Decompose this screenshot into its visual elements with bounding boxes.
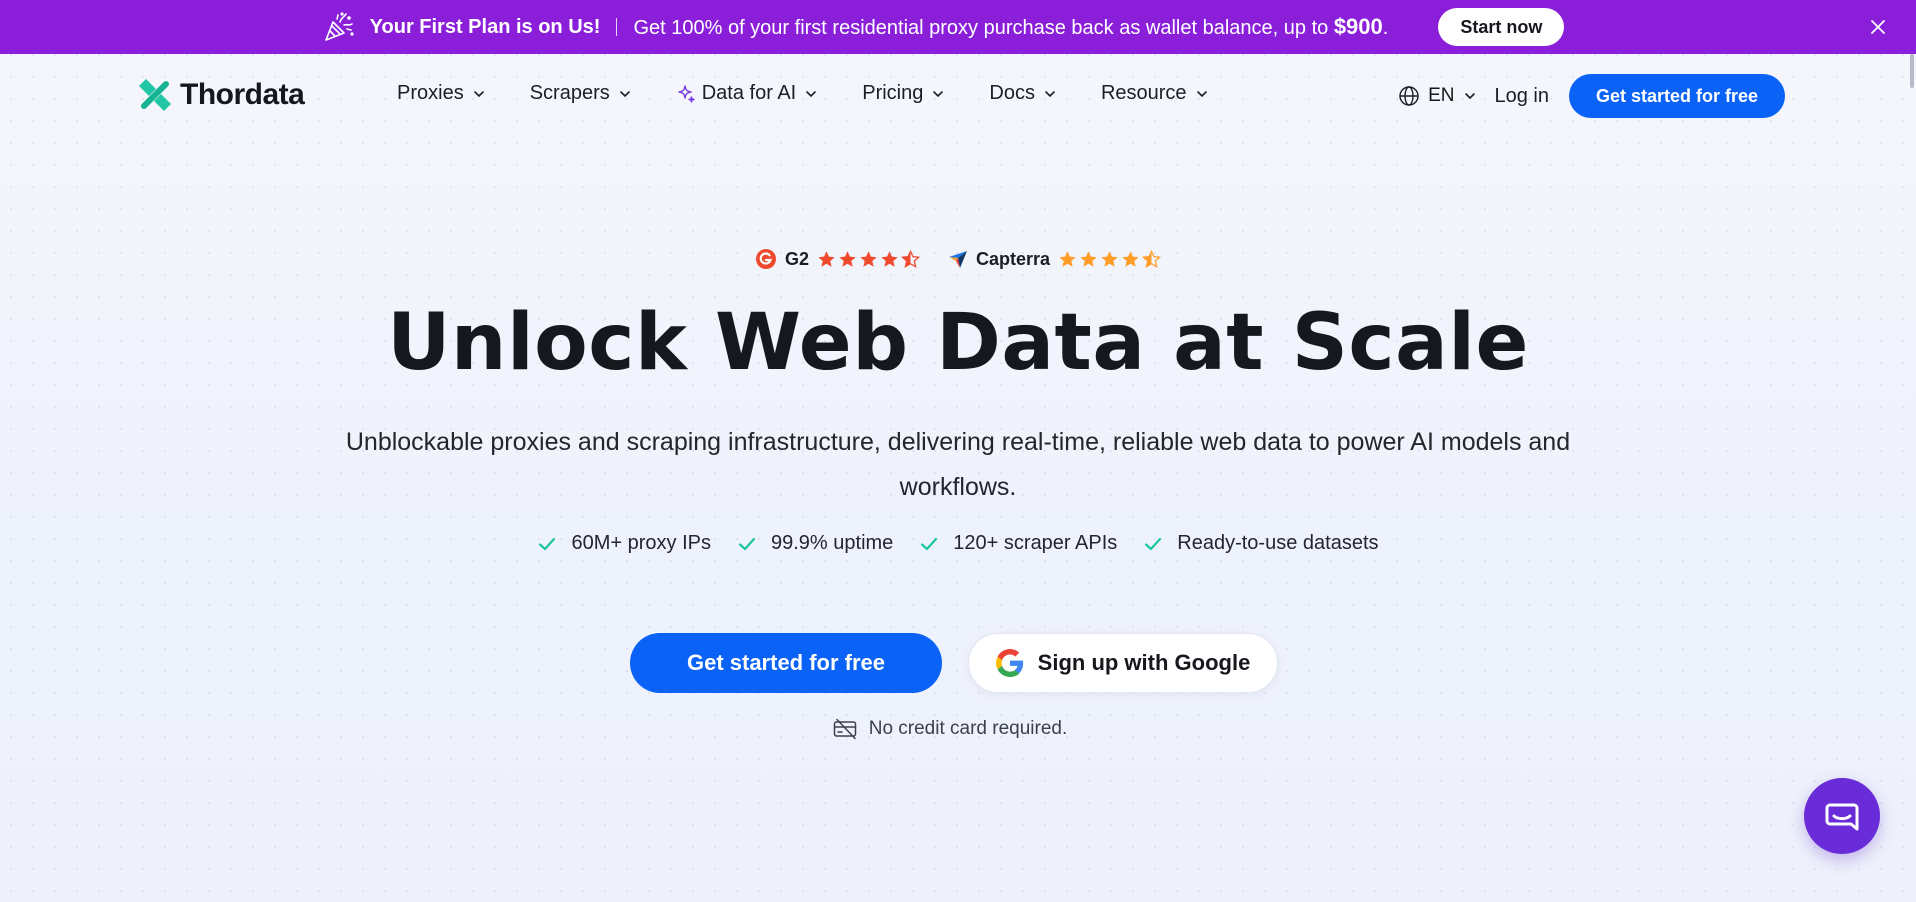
google-signup-label: Sign up with Google	[1037, 650, 1251, 675]
note-text: No credit card required.	[868, 718, 1068, 739]
hero-subtitle: Unblockable proxies and scraping infrast…	[345, 428, 1571, 501]
chevron-down-icon	[1045, 90, 1055, 97]
chevron-down-icon	[1464, 93, 1475, 100]
feature-label: 99.9% uptime	[771, 532, 894, 554]
nav-item-label: Docs	[989, 82, 1035, 104]
nav-item-label: Data for AI	[701, 82, 797, 104]
promo-offer-end: .	[1382, 17, 1389, 39]
nav-item-data-for-ai[interactable]: Data for AI	[676, 82, 819, 105]
brand-logo[interactable]: Thordata	[136, 76, 305, 114]
check-icon	[738, 537, 756, 550]
chat-bubble-icon	[1825, 803, 1859, 831]
check-icon	[539, 537, 556, 550]
chevron-down-icon	[619, 90, 630, 97]
feature-label: 60M+ proxy IPs	[571, 532, 711, 554]
start-now-button[interactable]: Start now	[1438, 8, 1565, 46]
main-nav: Thordata Proxies Scrapers Data for AI Pr…	[0, 54, 1916, 138]
promo-offer-amount: $900	[1333, 14, 1383, 39]
star-icon	[839, 250, 856, 267]
capterra-rating[interactable]: Capterra	[948, 248, 1162, 270]
promo-divider	[616, 18, 618, 36]
g2-rating[interactable]: G2	[755, 248, 920, 270]
chevron-down-icon	[933, 90, 944, 97]
feature-item: Ready-to-use datasets	[1143, 532, 1379, 555]
no-credit-card-note: No credit card required.	[0, 718, 1908, 740]
feature-list: 60M+ proxy IPs 99.9% uptime 120+ scraper…	[0, 532, 1916, 555]
nav-menu: Proxies Scrapers Data for AI Pricing Doc…	[397, 82, 1209, 105]
close-icon[interactable]	[1864, 13, 1892, 41]
g2-stars	[817, 249, 920, 269]
half-star-icon	[1142, 249, 1162, 268]
promo-offer: Get 100% of your first residential proxy…	[633, 14, 1388, 40]
check-icon	[921, 537, 938, 550]
feature-item: 99.9% uptime	[737, 532, 893, 555]
promo-headline: Your First Plan is on Us!	[369, 15, 601, 38]
star-icon	[1080, 250, 1097, 267]
google-logo-icon	[995, 649, 1023, 677]
hero-title: Unlock Web Data at Scale	[387, 298, 1529, 388]
g2-logo-icon	[755, 249, 776, 269]
promo-offer-text: Get 100% of your first residential proxy…	[633, 17, 1334, 39]
hero-cta-group: Get started for free Sign up with Google	[0, 633, 1916, 693]
nav-item-label: Pricing	[862, 82, 924, 104]
page-scrollbar[interactable]	[1910, 54, 1914, 88]
login-link[interactable]: Log in	[1495, 85, 1550, 108]
chevron-down-icon	[806, 90, 817, 97]
nav-item-label: Proxies	[397, 82, 464, 104]
nav-get-started-button[interactable]: Get started for free	[1569, 74, 1785, 118]
capterra-label: Capterra	[975, 248, 1051, 269]
nav-item-docs[interactable]: Docs	[989, 82, 1057, 105]
brand-name: Thordata	[180, 78, 305, 111]
no-credit-card-icon	[833, 718, 856, 740]
capterra-logo-icon	[948, 251, 967, 268]
chevron-down-icon	[473, 90, 484, 97]
nav-item-proxies[interactable]: Proxies	[397, 82, 486, 105]
feature-label: Ready-to-use datasets	[1177, 532, 1379, 554]
nav-item-label: Resource	[1100, 82, 1187, 104]
nav-item-resource[interactable]: Resource	[1101, 82, 1209, 105]
promo-banner: Your First Plan is on Us! Get 100% of yo…	[0, 0, 1916, 54]
google-signup-button[interactable]: Sign up with Google	[968, 633, 1278, 693]
sparkle-icon	[677, 84, 695, 103]
globe-icon	[1399, 86, 1419, 106]
feature-label: 120+ scraper APIs	[953, 532, 1118, 554]
chat-widget-button[interactable]	[1804, 778, 1880, 854]
check-icon	[1145, 537, 1162, 550]
nav-item-scrapers[interactable]: Scrapers	[530, 82, 632, 105]
g2-label: G2	[784, 248, 809, 269]
star-icon	[881, 250, 898, 267]
capterra-stars	[1058, 249, 1162, 269]
nav-item-label: Scrapers	[529, 82, 610, 104]
feature-item: 120+ scraper APIs	[919, 532, 1117, 555]
star-icon	[1059, 250, 1076, 267]
star-icon	[818, 250, 835, 267]
nav-item-pricing[interactable]: Pricing	[862, 82, 945, 105]
thordata-logo-icon	[136, 76, 174, 114]
ratings-row: G2 Capterra	[0, 248, 1916, 270]
language-label: EN	[1428, 85, 1455, 106]
chevron-down-icon	[1196, 90, 1207, 97]
get-started-button[interactable]: Get started for free	[630, 633, 942, 693]
half-star-icon	[900, 249, 920, 268]
star-icon	[1122, 250, 1139, 267]
star-icon	[860, 250, 877, 267]
party-popper-icon	[322, 10, 356, 44]
nav-actions: EN Log in Get started for free	[1398, 74, 1785, 118]
feature-item: 60M+ proxy IPs	[537, 532, 711, 555]
star-icon	[1101, 250, 1118, 267]
language-selector[interactable]: EN	[1398, 85, 1476, 107]
